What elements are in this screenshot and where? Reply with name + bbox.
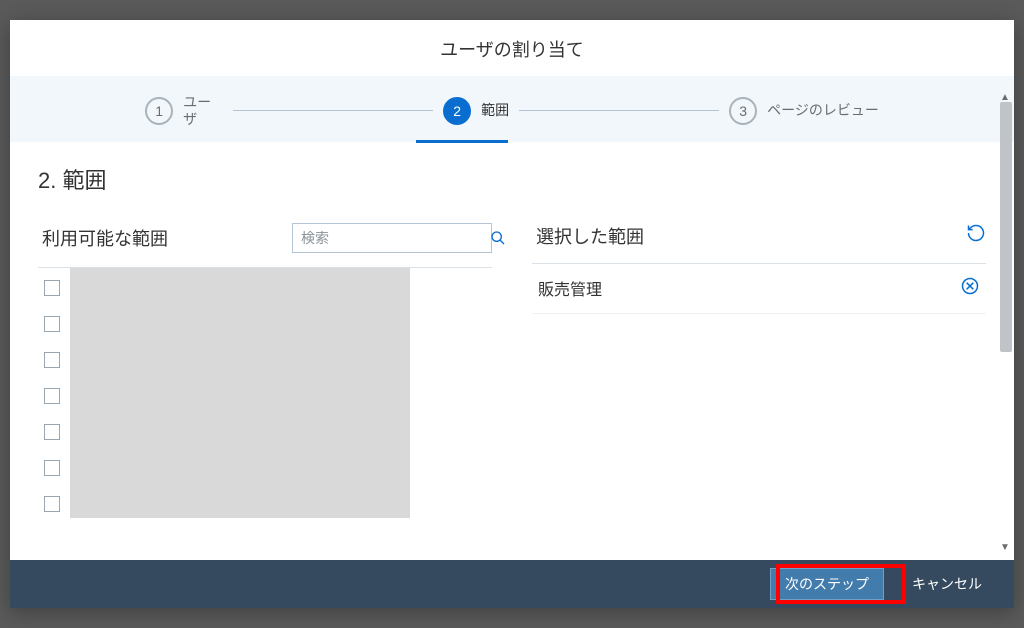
wizard-connector: [233, 110, 433, 111]
step-label: ユーザ: [183, 94, 223, 128]
wizard-step-3[interactable]: 3 ページのレビュー: [719, 97, 889, 125]
checkbox-column: [38, 268, 70, 518]
reset-icon[interactable]: [966, 223, 986, 248]
step-label: ページのレビュー: [767, 102, 879, 119]
scope-checkbox[interactable]: [44, 460, 60, 476]
modal-body: 2. 範囲 利用可能な範囲: [10, 145, 1014, 560]
step-number: 3: [729, 97, 757, 125]
scope-checkbox[interactable]: [44, 352, 60, 368]
scope-checkbox[interactable]: [44, 496, 60, 512]
search-box[interactable]: [292, 223, 492, 253]
wizard-steps: 1 ユーザ 2 範囲 3 ページのレビュー: [10, 76, 1014, 142]
search-icon[interactable]: [490, 224, 506, 252]
available-header: 利用可能な範囲: [38, 223, 492, 263]
scroll-down-arrow[interactable]: ▼: [998, 540, 1012, 554]
scope-checkbox[interactable]: [44, 388, 60, 404]
available-list: [38, 268, 492, 518]
scope-checkbox[interactable]: [44, 280, 60, 296]
scope-checkbox[interactable]: [44, 316, 60, 332]
available-title: 利用可能な範囲: [38, 225, 168, 251]
redacted-content: [70, 268, 410, 518]
active-step-underline: [416, 140, 508, 143]
selected-header: 選択した範囲: [532, 223, 986, 259]
scope-checkbox[interactable]: [44, 424, 60, 440]
scrollbar-thumb[interactable]: [1000, 102, 1012, 352]
modal-footer: 次のステップ キャンセル: [10, 560, 1014, 608]
step-number: 2: [443, 97, 471, 125]
section-heading: 2. 範囲: [38, 163, 986, 195]
wizard-step-2[interactable]: 2 範囲: [433, 97, 519, 125]
selected-scope-label: 販売管理: [538, 276, 602, 300]
selected-title: 選択した範囲: [532, 223, 644, 249]
remove-icon[interactable]: [960, 276, 980, 301]
step-number: 1: [145, 97, 173, 125]
modal-title: ユーザの割り当て: [10, 20, 1014, 76]
cancel-button[interactable]: キャンセル: [898, 568, 996, 600]
next-step-button[interactable]: 次のステップ: [770, 568, 884, 600]
available-scopes-column: 利用可能な範囲: [38, 223, 492, 518]
search-input[interactable]: [293, 230, 490, 246]
selected-scope-row: 販売管理: [532, 264, 986, 314]
assign-users-modal: ユーザの割り当て 1 ユーザ 2 範囲 3 ページのレビュー 2. 範囲 利用可…: [10, 20, 1014, 608]
step-label: 範囲: [481, 102, 509, 119]
wizard-step-1[interactable]: 1 ユーザ: [135, 94, 233, 128]
scope-columns: 利用可能な範囲: [38, 223, 986, 518]
selected-scopes-column: 選択した範囲 販売管理: [532, 223, 986, 518]
wizard-connector: [519, 110, 719, 111]
